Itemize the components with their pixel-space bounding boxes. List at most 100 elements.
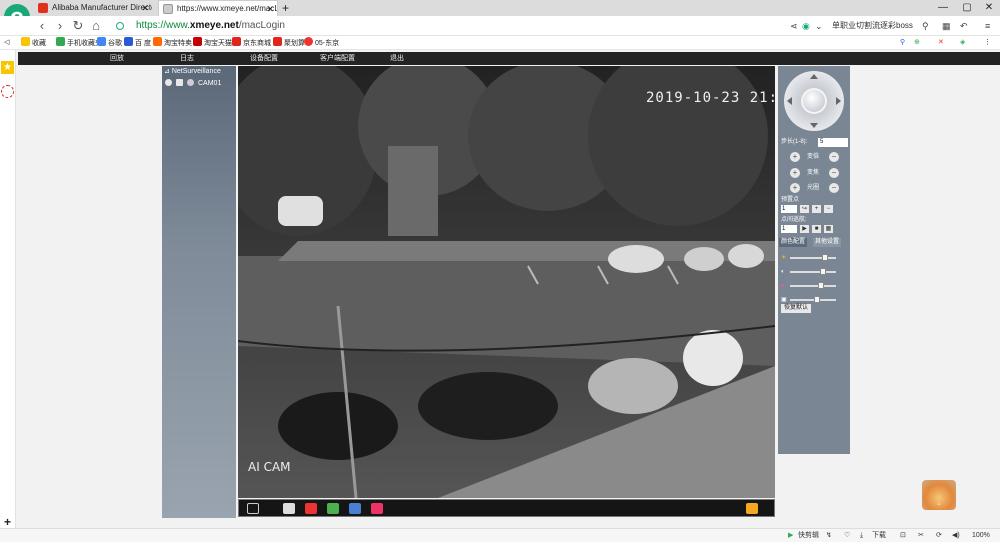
reload-icon[interactable]: ↻ [70,18,86,34]
iris-close-icon[interactable]: − [829,183,839,193]
floating-widget-icon[interactable]: ♨ [922,480,956,510]
download-arrow-icon[interactable]: ⤓ [860,530,863,542]
bookmark-mobile[interactable]: 手机收藏夹 [56,37,102,50]
record-icon[interactable] [1,85,14,98]
cut-icon[interactable]: ✂ [918,530,924,542]
hue-knob[interactable] [814,296,820,303]
heart-icon[interactable]: ♡ [844,530,850,542]
tab-other-settings[interactable]: 其他设置 [813,238,842,247]
contrast-knob[interactable] [820,268,826,275]
search-suggestion[interactable]: 单职业切割流逐彩boss [832,18,913,34]
stats-icon[interactable]: ↯ [826,530,832,542]
refresh-icon[interactable]: ⟳ [936,530,942,542]
tab-alibaba[interactable]: Alibaba Manufacturer Directo ✕ [34,0,152,16]
ptz-center-button[interactable] [803,90,825,112]
hue-slider[interactable] [790,296,836,303]
step-select[interactable]: 5 [818,138,848,147]
iris-open-icon[interactable]: + [790,183,800,193]
forward-icon[interactable]: › [52,18,68,34]
saturation-icon: ● [781,283,785,289]
minimize-button[interactable]: — [932,0,954,16]
saturation-slider[interactable] [790,282,836,289]
close-window-button[interactable]: ✕ [978,0,1000,16]
right-arrow-icon[interactable] [836,97,841,105]
bookmark-jd[interactable]: 京东商城 [232,37,271,50]
preset-input[interactable]: 1 [781,205,797,213]
stream-icon[interactable] [349,503,361,514]
menu-log[interactable]: 日志 [180,52,194,65]
preset-goto-icon[interactable]: ↪ [800,205,809,213]
brightness-slider[interactable] [790,254,836,261]
menu-client-config[interactable]: 客户端配置 [320,52,355,65]
address-bar[interactable]: https://www.xmeye.net/macLogin [112,18,772,34]
preset-remove-icon[interactable]: − [824,205,833,213]
bookmark-tokyo[interactable]: 05-东京 [304,37,339,50]
play-icon[interactable] [176,79,183,86]
back-icon[interactable]: ‹ [34,18,50,34]
grid-icon[interactable]: ▦ [942,18,951,34]
search-icon[interactable]: ⚲ [900,37,905,49]
bookmark-tmall[interactable]: 淘宝天猫 [193,37,232,50]
focus-out-icon[interactable]: − [829,168,839,178]
menu-device-config[interactable]: 设备配置 [250,52,278,65]
share-icon[interactable]: ⋖ [790,18,798,34]
shield-icon[interactable]: ◈ [960,37,965,49]
dropdown-icon[interactable]: ⌄ [815,18,823,34]
saturation-knob[interactable] [818,282,824,289]
contrast-slider[interactable] [790,268,836,275]
bookmark-google[interactable]: 谷歌 [97,37,122,50]
close-tab-icon[interactable]: ✕ [141,0,149,16]
cruise-play-icon[interactable]: ▶ [800,225,809,233]
download-icon[interactable]: ⊕ [914,37,920,49]
cruise-input[interactable]: 1 [781,225,797,233]
close-tab-icon[interactable]: ✕ [266,1,274,16]
bookmark-favorites[interactable]: 收藏 [21,37,46,50]
up-arrow-icon[interactable] [810,74,818,79]
speaker-icon[interactable] [746,503,758,514]
undo-icon[interactable]: ↶ [960,18,968,34]
menu-exit[interactable]: 退出 [390,52,404,65]
camera-node[interactable]: CAM01 [165,79,221,89]
bookmark-juhuasuan[interactable]: 聚划算 [273,37,305,50]
device-node[interactable]: ⊿ NetSurveillance [164,67,221,76]
menu-icon[interactable]: ≡ [985,18,990,34]
snapshot-icon[interactable] [283,503,295,514]
more-icon[interactable]: ⋮ [984,37,991,49]
blocker-icon[interactable]: ✕ [938,37,944,49]
bookmark-baidu[interactable]: 百 度 [124,37,151,50]
cruise-stop-icon[interactable]: ■ [812,225,821,233]
download-label[interactable]: 下载 [872,530,886,542]
menu-playback[interactable]: 回放 [110,52,124,65]
screenshot-icon[interactable]: ⊡ [900,530,906,542]
cruise-grid-icon[interactable]: ▦ [824,225,833,233]
home-icon[interactable]: ⌂ [88,18,104,34]
favorites-star-icon[interactable]: ★ [1,61,14,74]
ptz-direction-pad[interactable] [784,71,844,131]
zoom-out-icon[interactable]: − [829,152,839,162]
quick-clip-label[interactable]: 快剪辑 [798,530,819,542]
zoom-in-icon[interactable]: + [790,152,800,162]
fullscreen-icon[interactable] [247,503,259,514]
tab-color-config[interactable]: 颜色配置 [779,238,808,247]
add-panel-icon[interactable]: + [4,515,11,529]
restore-default-button[interactable]: 恢复默认 [781,304,812,313]
sidebar-toggle-icon[interactable]: ◁ [4,37,9,49]
preset-add-icon[interactable]: + [812,205,821,213]
video-clip-icon[interactable]: ▶ [788,530,793,542]
record-icon[interactable] [305,503,317,514]
grid-layout-icon[interactable] [327,503,339,514]
volume-icon[interactable]: ◀) [952,530,960,542]
bookmark-taobao-sale[interactable]: 淘宝特卖 [153,37,192,50]
extension-icon[interactable]: ◉ [802,18,810,34]
camera-video-feed[interactable]: 2019-10-23 21:08:01 AI CAM [238,66,775,498]
talk-icon[interactable] [371,503,383,514]
new-tab-button[interactable]: + [282,0,289,16]
zoom-level[interactable]: 100% [972,530,990,542]
search-icon[interactable]: ⚲ [922,18,929,34]
left-arrow-icon[interactable] [787,97,792,105]
brightness-knob[interactable] [822,254,828,261]
down-arrow-icon[interactable] [810,123,818,128]
tab-xmeye[interactable]: https://www.xmeye.net/macLo ✕ [158,0,278,16]
focus-in-icon[interactable]: + [790,168,800,178]
maximize-button[interactable]: ▢ [956,0,978,16]
